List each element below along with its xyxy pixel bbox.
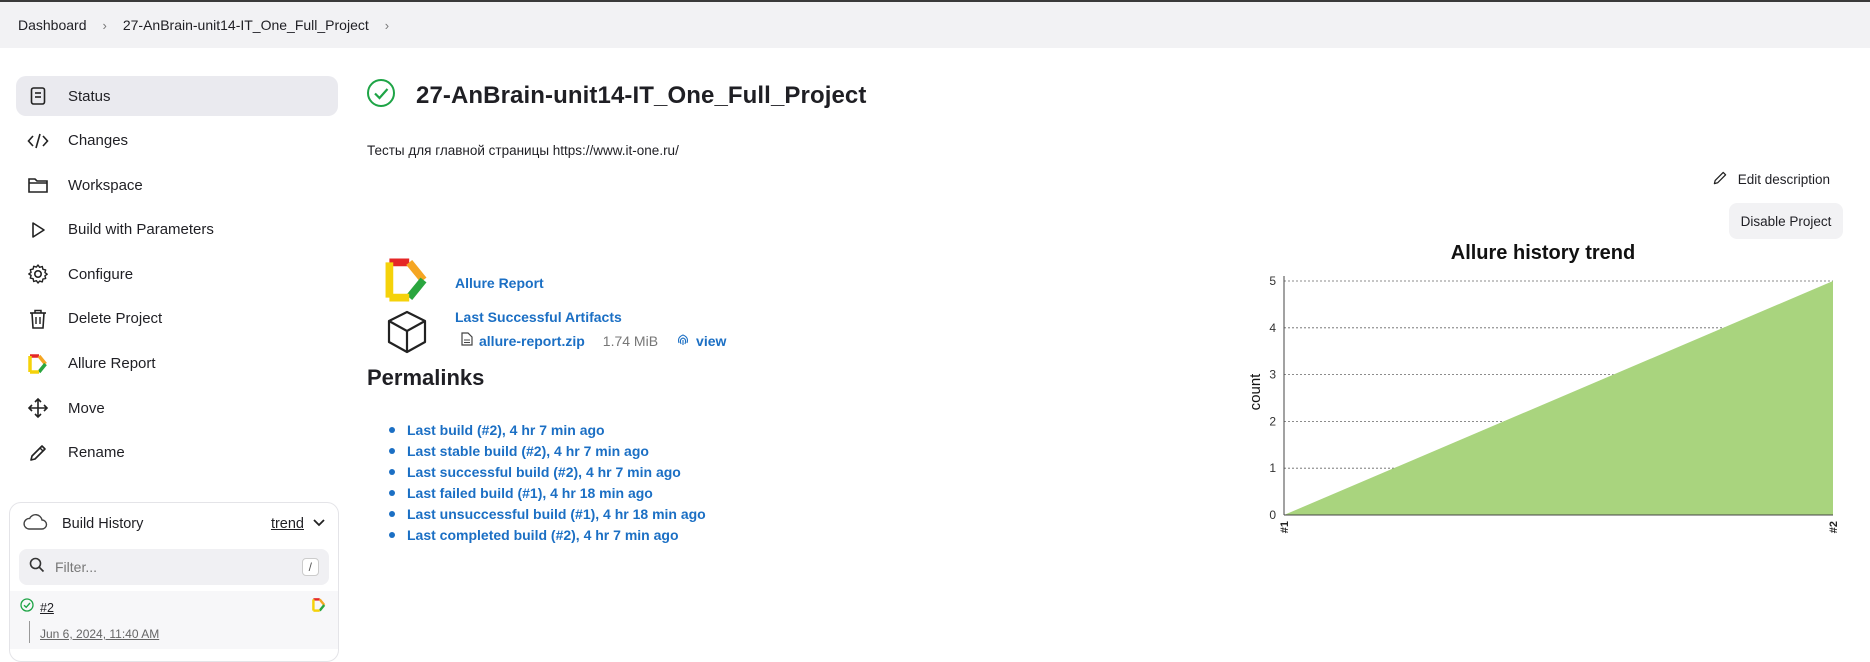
permalinks-heading: Permalinks bbox=[367, 365, 485, 390]
sidebar-item-label: Build with Parameters bbox=[68, 221, 214, 239]
chart-y-tick-label: 4 bbox=[1269, 321, 1276, 335]
trash-icon bbox=[26, 307, 50, 331]
sidebar-item-rename[interactable]: Rename bbox=[16, 433, 338, 473]
chart-y-tick-label: 2 bbox=[1269, 414, 1276, 428]
gear-icon bbox=[26, 262, 50, 286]
cloud-icon bbox=[22, 513, 48, 535]
allure-icon[interactable] bbox=[312, 598, 326, 617]
fingerprint-icon bbox=[676, 332, 690, 349]
build-row[interactable]: #2 Jun 6, 2024, 11:40 AM bbox=[10, 591, 338, 649]
breadcrumb: Dashboard › 27-AnBrain-unit14-IT_One_Ful… bbox=[0, 2, 1870, 48]
build-filter: / bbox=[19, 549, 329, 585]
sidebar-item-configure[interactable]: Configure bbox=[16, 254, 338, 294]
build-history-title: Build History bbox=[62, 516, 144, 532]
chart-y-tick-label: 3 bbox=[1269, 368, 1276, 382]
sidebar-item-label: Allure Report bbox=[68, 355, 156, 373]
artifact-view-link[interactable]: view bbox=[696, 333, 726, 349]
permalink-item: Last stable build (#2), 4 hr 7 min ago bbox=[389, 440, 706, 461]
permalink-last-stable-build[interactable]: Last stable build (#2), 4 hr 7 min ago bbox=[407, 443, 649, 459]
permalink-item: Last failed build (#1), 4 hr 18 min ago bbox=[389, 482, 706, 503]
sidebar: Status Changes Workspace Build with Para… bbox=[16, 76, 338, 477]
status-icon bbox=[26, 84, 50, 108]
filter-input[interactable] bbox=[55, 559, 302, 575]
breadcrumb-project[interactable]: 27-AnBrain-unit14-IT_One_Full_Project bbox=[123, 17, 369, 33]
timeline-line bbox=[29, 621, 30, 643]
permalink-item: Last completed build (#2), 4 hr 7 min ag… bbox=[389, 524, 706, 545]
allure-history-trend-chart[interactable]: Allure history trend count 0 1 2 3 4 5 #1 #2 bbox=[1240, 236, 1860, 546]
permalink-last-failed-build[interactable]: Last failed build (#1), 4 hr 18 min ago bbox=[407, 485, 653, 501]
permalink-last-build[interactable]: Last build (#2), 4 hr 7 min ago bbox=[407, 422, 605, 438]
edit-description-label: Edit description bbox=[1737, 172, 1830, 187]
chart-area-series bbox=[1284, 281, 1833, 515]
sidebar-item-label: Status bbox=[68, 87, 111, 105]
chevron-down-icon[interactable] bbox=[312, 516, 326, 532]
sidebar-item-label: Configure bbox=[68, 265, 134, 283]
artifact-size: 1.74 MiB bbox=[602, 332, 659, 349]
sidebar-item-move[interactable]: Move bbox=[16, 388, 338, 428]
sidebar-item-label: Delete Project bbox=[68, 310, 163, 328]
permalink-item: Last successful build (#2), 4 hr 7 min a… bbox=[389, 461, 706, 482]
move-icon bbox=[26, 396, 50, 420]
sidebar-item-status[interactable]: Status bbox=[16, 76, 338, 116]
allure-report-link-row: Allure Report bbox=[385, 258, 544, 307]
artifact-view-button[interactable]: view bbox=[676, 332, 726, 349]
allure-logo-icon bbox=[385, 258, 429, 307]
package-icon bbox=[385, 309, 429, 360]
chart-title: Allure history trend bbox=[1451, 242, 1635, 264]
trend-link[interactable]: trend bbox=[271, 516, 304, 532]
sidebar-item-build-with-parameters[interactable]: Build with Parameters bbox=[16, 210, 338, 250]
build-history-header: Build History trend bbox=[10, 503, 338, 545]
sidebar-item-label: Rename bbox=[68, 444, 125, 462]
page-title-row: 27-AnBrain-unit14-IT_One_Full_Project bbox=[366, 78, 866, 113]
chart-y-tick-label: 1 bbox=[1269, 461, 1276, 475]
sidebar-item-workspace[interactable]: Workspace bbox=[16, 165, 338, 205]
permalink-last-unsuccessful-build[interactable]: Last unsuccessful build (#1), 4 hr 18 mi… bbox=[407, 506, 706, 522]
play-icon bbox=[26, 218, 50, 242]
permalink-last-successful-build[interactable]: Last successful build (#2), 4 hr 7 min a… bbox=[407, 464, 681, 480]
permalinks-list: Last build (#2), 4 hr 7 min ago Last sta… bbox=[389, 419, 706, 545]
folder-icon bbox=[26, 173, 50, 197]
project-description: Тесты для главной страницы https://www.i… bbox=[367, 143, 679, 158]
sidebar-item-changes[interactable]: Changes bbox=[16, 121, 338, 161]
artifact-file-link[interactable]: allure-report.zip bbox=[479, 333, 585, 349]
pencil-icon bbox=[26, 441, 50, 465]
last-successful-artifacts: Last Successful Artifacts allure-report.… bbox=[385, 309, 726, 360]
chart-y-tick-label: 5 bbox=[1269, 274, 1276, 288]
chart-x-tick-label: #1 bbox=[1279, 521, 1291, 533]
allure-icon bbox=[26, 352, 50, 376]
chart-plot-area: 0 1 2 3 4 5 #1 #2 bbox=[1269, 274, 1840, 533]
success-check-icon bbox=[20, 598, 34, 617]
file-icon bbox=[461, 332, 473, 349]
breadcrumb-dashboard[interactable]: Dashboard bbox=[18, 17, 87, 33]
build-number-link[interactable]: #2 bbox=[40, 601, 54, 615]
page-title: 27-AnBrain-unit14-IT_One_Full_Project bbox=[416, 81, 867, 109]
sidebar-item-delete-project[interactable]: Delete Project bbox=[16, 299, 338, 339]
permalink-item: Last unsuccessful build (#1), 4 hr 18 mi… bbox=[389, 503, 706, 524]
chart-y-axis-label: count bbox=[1247, 373, 1264, 411]
permalink-last-completed-build[interactable]: Last completed build (#2), 4 hr 7 min ag… bbox=[407, 527, 679, 543]
chevron-right-icon: › bbox=[102, 17, 107, 33]
success-check-icon bbox=[366, 78, 396, 113]
code-icon bbox=[26, 129, 50, 153]
chevron-right-icon[interactable]: › bbox=[385, 18, 389, 33]
artifacts-link[interactable]: Last Successful Artifacts bbox=[455, 309, 622, 325]
sidebar-item-label: Workspace bbox=[68, 176, 143, 194]
chart-x-tick-label: #2 bbox=[1828, 521, 1840, 533]
build-history-panel: Build History trend / #2 Jun 6, 2024, 11… bbox=[9, 502, 339, 662]
disable-project-button[interactable]: Disable Project bbox=[1729, 203, 1843, 239]
build-date-link[interactable]: Jun 6, 2024, 11:40 AM bbox=[40, 627, 338, 641]
pencil-icon bbox=[1712, 170, 1728, 189]
permalink-item: Last build (#2), 4 hr 7 min ago bbox=[389, 419, 706, 440]
edit-description-button[interactable]: Edit description bbox=[1712, 170, 1830, 189]
allure-report-link[interactable]: Allure Report bbox=[455, 275, 544, 291]
search-icon bbox=[29, 557, 45, 578]
sidebar-item-label: Changes bbox=[68, 132, 129, 150]
sidebar-item-allure-report[interactable]: Allure Report bbox=[16, 344, 338, 384]
sidebar-item-label: Move bbox=[68, 399, 105, 417]
chart-y-tick-label: 0 bbox=[1269, 508, 1276, 522]
filter-shortcut-hint: / bbox=[301, 558, 319, 576]
